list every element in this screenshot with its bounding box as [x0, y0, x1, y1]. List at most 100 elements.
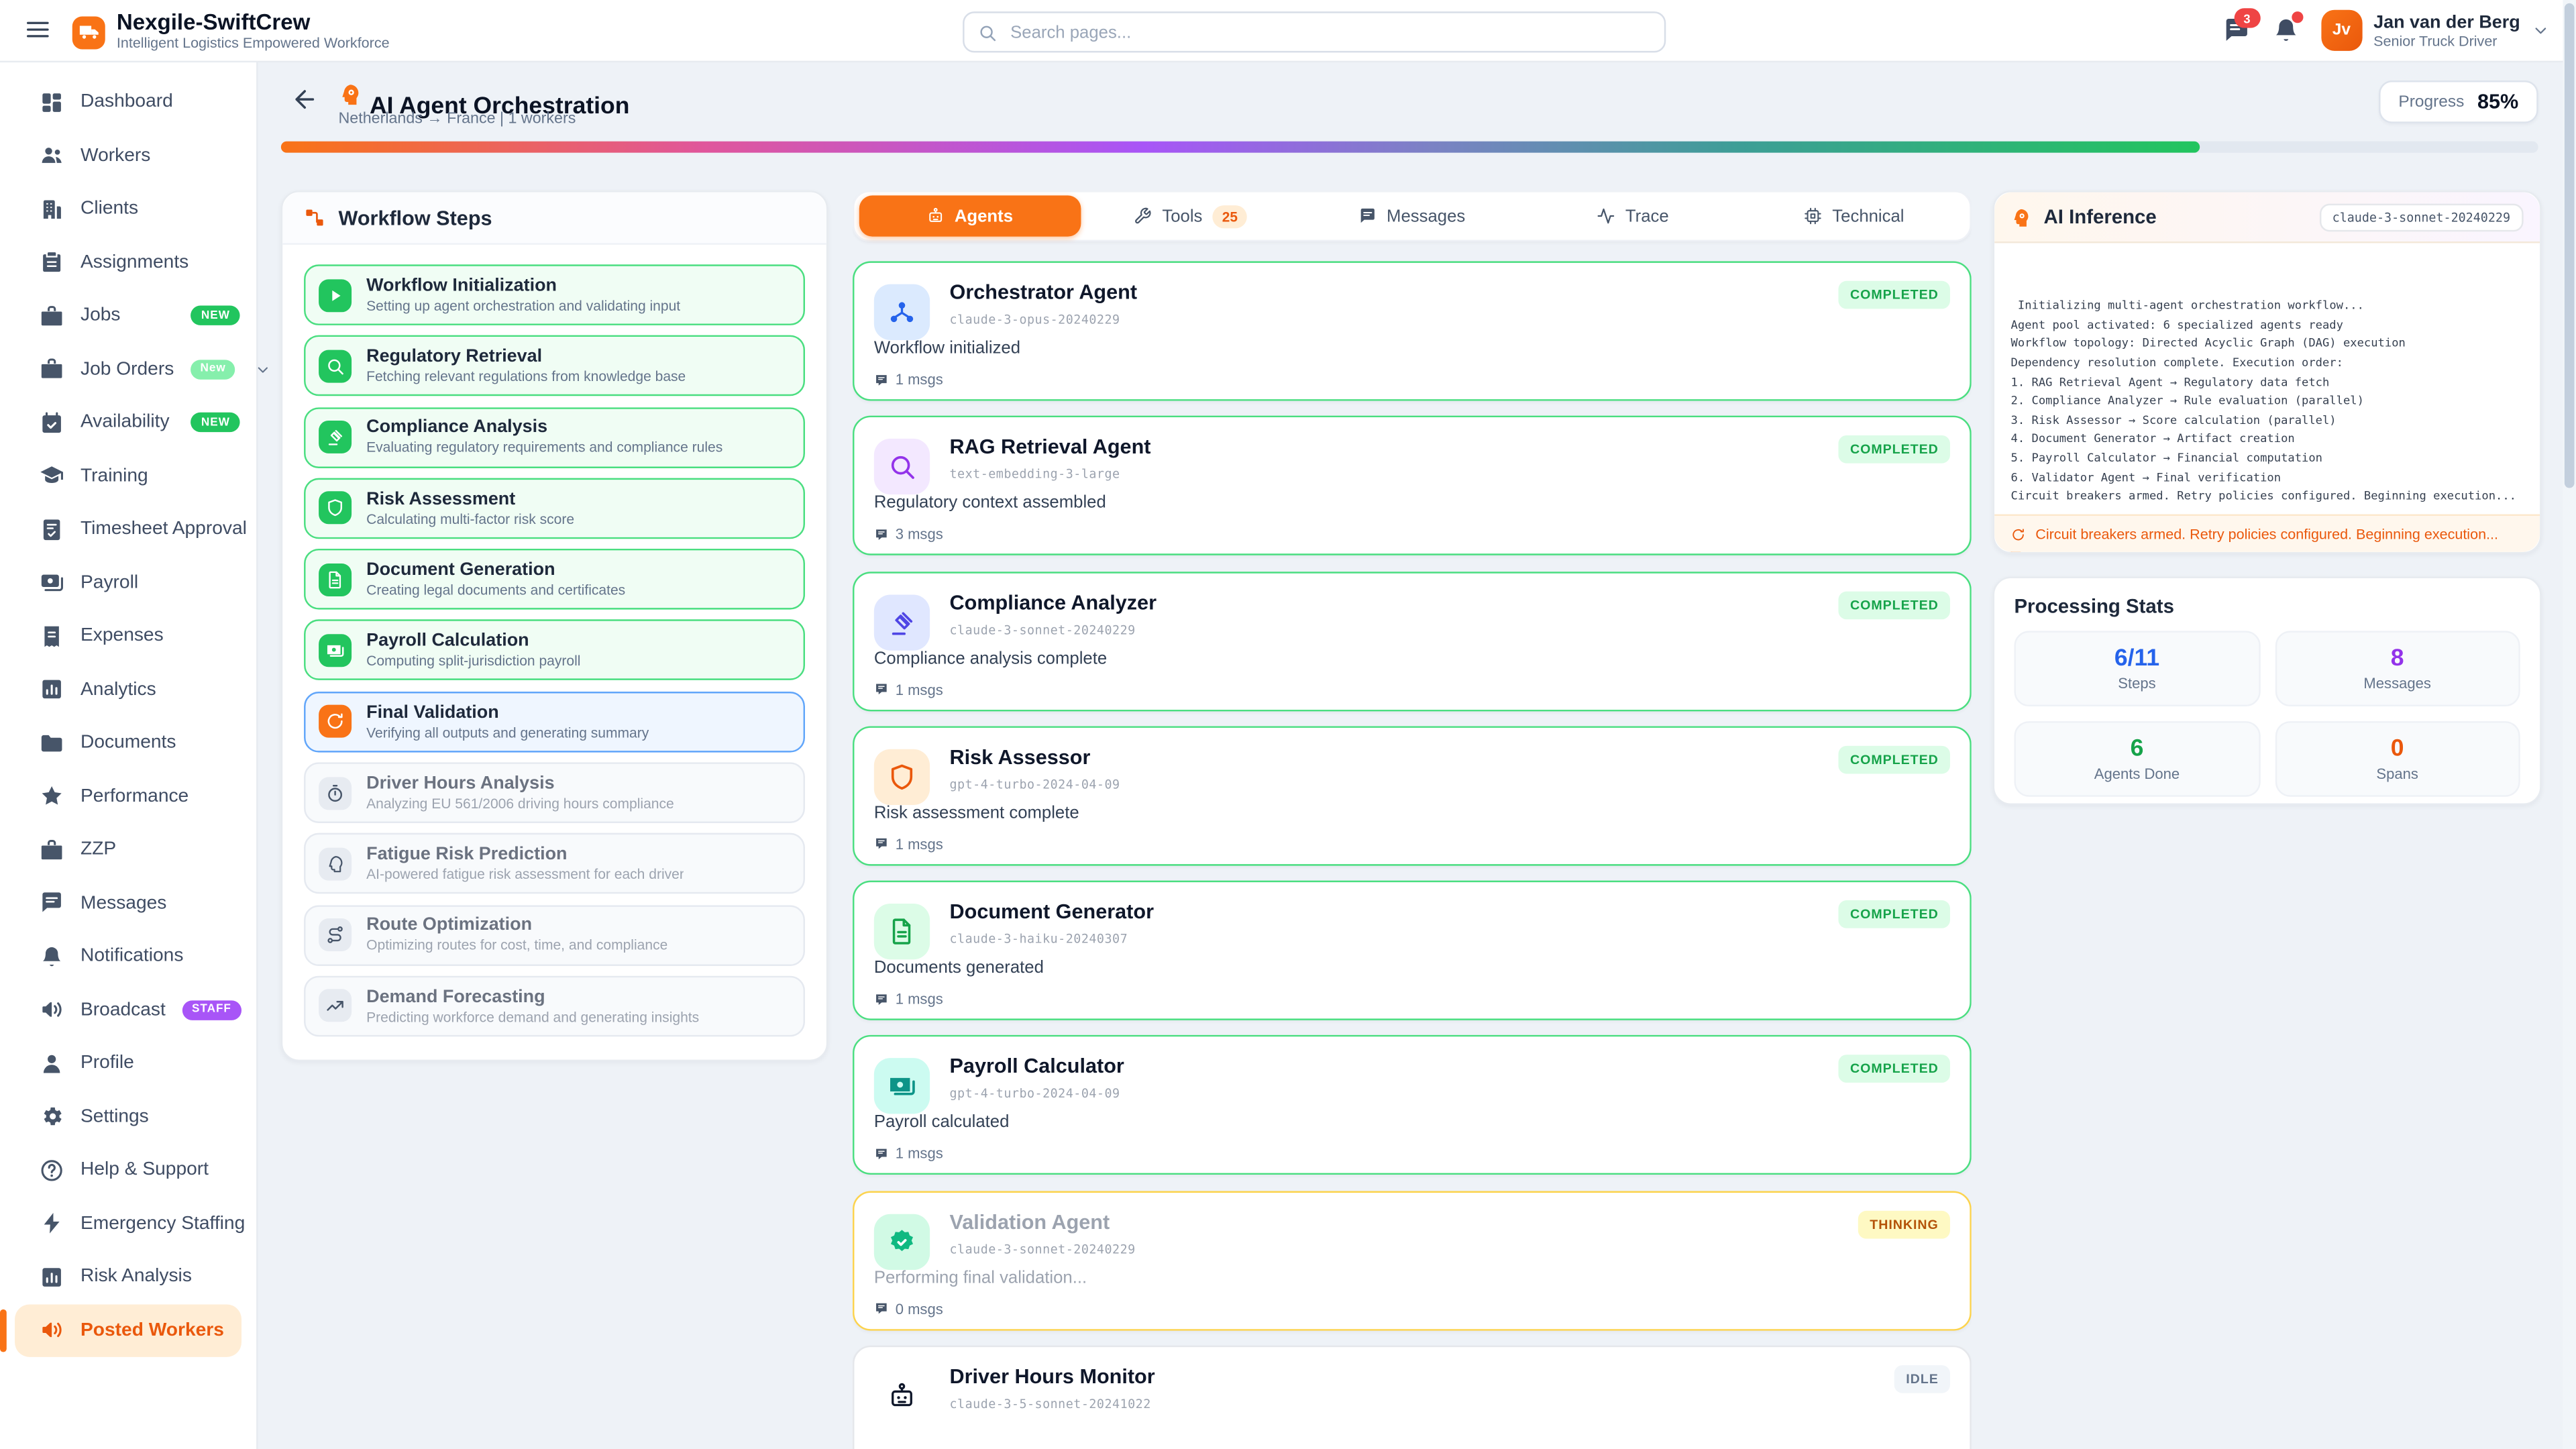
agent-card-driver-hours-monitor[interactable]: Driver Hours Monitor claude-3-5-sonnet-2… [853, 1346, 1972, 1449]
agent-msgs-count: 1 msgs [874, 1146, 943, 1162]
agent-card-document-generator[interactable]: Document Generator claude-3-haiku-202403… [853, 881, 1972, 1020]
sidebar-item-jobs[interactable]: Jobs NEW [0, 289, 256, 343]
sidebar-item-training[interactable]: Training [0, 449, 256, 503]
jobs-icon [40, 303, 64, 328]
scrollbar-thumb[interactable] [2565, 3, 2575, 488]
workflow-step-risk-assessment[interactable]: Risk Assessment Calculating multi-factor… [304, 478, 805, 539]
step-description: Analyzing EU 561/2006 driving hours comp… [366, 795, 674, 812]
sidebar-item-expenses[interactable]: Expenses [0, 610, 256, 663]
banknote-icon [887, 1072, 916, 1102]
sidebar-item-badge: New [191, 360, 236, 379]
workflow-steps-header: Workflow Steps [282, 193, 826, 245]
sidebar-item-workers[interactable]: Workers [0, 129, 256, 182]
sidebar-item-risk-analysis[interactable]: Risk Analysis [0, 1250, 256, 1304]
sidebar-item-availability[interactable]: Availability NEW [0, 396, 256, 449]
tab-agents[interactable]: Agents [859, 195, 1081, 236]
agent-card-compliance-analyzer[interactable]: Compliance Analyzer claude-3-sonnet-2024… [853, 571, 1972, 710]
workflow-step-route-optimization[interactable]: Route Optimization Optimizing routes for… [304, 905, 805, 966]
sidebar-item-job-orders[interactable]: Job Orders New [0, 343, 256, 396]
sidebar-item-label: Availability [80, 413, 170, 432]
step-title: Payroll Calculation [366, 631, 580, 653]
sidebar-item-profile[interactable]: Profile [0, 1036, 256, 1090]
agent-card-validation-agent[interactable]: Validation Agent claude-3-sonnet-2024022… [853, 1191, 1972, 1330]
tab-technical[interactable]: Technical [1743, 195, 1965, 236]
terminal-line: Dependency resolution complete. Executio… [2011, 355, 2524, 374]
chat-button[interactable]: 3 [2222, 16, 2251, 44]
workflow-step-driver-hours-analysis[interactable]: Driver Hours Analysis Analyzing EU 561/2… [304, 763, 805, 824]
sidebar-item-posted-workers[interactable]: Posted Workers [15, 1303, 241, 1357]
step-description: Calculating multi-factor risk score [366, 511, 574, 528]
sidebar-item-dashboard[interactable]: Dashboard [0, 76, 256, 129]
chevron-down-icon [256, 361, 272, 377]
sidebar-item-help-support[interactable]: Help & Support [0, 1143, 256, 1197]
sidebar-item-performance[interactable]: Performance [0, 769, 256, 823]
agent-msgs-count: 3 msgs [874, 526, 943, 542]
agent-model: claude-3-haiku-20240307 [950, 932, 1128, 947]
sidebar-item-clients[interactable]: Clients [0, 182, 256, 236]
search-bar[interactable] [963, 11, 1666, 52]
user-menu[interactable]: Jv Jan van der Berg Senior Truck Driver [2321, 10, 2550, 51]
ai-head-icon [338, 82, 363, 107]
agent-card-risk-assessor[interactable]: Risk Assessor gpt-4-turbo-2024-04-09 Ris… [853, 726, 1972, 865]
workflow-step-fatigue-risk-prediction[interactable]: Fatigue Risk Prediction AI-powered fatig… [304, 834, 805, 895]
sidebar-item-broadcast[interactable]: Broadcast STAFF [0, 983, 256, 1037]
workflow-step-demand-forecasting[interactable]: Demand Forecasting Predicting workforce … [304, 976, 805, 1037]
sidebar-item-zzp[interactable]: ZZP [0, 823, 256, 877]
agent-name: RAG Retrieval Agent [950, 436, 1151, 459]
search-input[interactable] [1007, 21, 1651, 44]
sidebar-item-documents[interactable]: Documents [0, 716, 256, 770]
sidebar-item-label: Workers [80, 146, 150, 165]
workflow-step-compliance-analysis[interactable]: Compliance Analysis Evaluating regulator… [304, 407, 805, 468]
sidebar-item-payroll[interactable]: Payroll [0, 556, 256, 610]
workflow-step-document-generation[interactable]: Document Generation Creating legal docum… [304, 549, 805, 610]
tab-tools[interactable]: Tools 25 [1080, 195, 1301, 236]
workflow-step-workflow-initialization[interactable]: Workflow Initialization Setting up agent… [304, 264, 805, 325]
processing-stats-title: Processing Stats [2014, 595, 2520, 618]
sidebar-item-settings[interactable]: Settings [0, 1090, 256, 1144]
agent-msgs-count: 1 msgs [874, 371, 943, 387]
posted-workers-icon [40, 1318, 64, 1343]
menu-icon[interactable] [25, 16, 51, 42]
agent-status-message: Payroll calculated [874, 1113, 1010, 1132]
sidebar-item-notifications[interactable]: Notifications [0, 930, 256, 983]
gavel-icon [887, 607, 916, 637]
sidebar-item-label: Payroll [80, 573, 138, 592]
sidebar: Dashboard Workers Clients Assignments [0, 61, 258, 1449]
tab-trace[interactable]: Trace [1523, 195, 1744, 236]
agent-msgs-count: 1 msgs [874, 836, 943, 852]
stat-agents-done: 6 Agents Done [2014, 721, 2259, 797]
step-icon-tile [319, 634, 352, 667]
agent-model: claude-3-5-sonnet-20241022 [950, 1397, 1151, 1411]
sidebar-item-analytics[interactable]: Analytics [0, 663, 256, 716]
agent-card-rag-retrieval-agent[interactable]: RAG Retrieval Agent text-embedding-3-lar… [853, 416, 1972, 555]
step-icon-tile [319, 989, 352, 1022]
terminal-line: 1. RAG Retrieval Agent → Regulatory data… [2011, 374, 2524, 392]
performance-icon [40, 784, 64, 809]
back-button[interactable] [290, 85, 319, 113]
stat-label: Steps [2118, 674, 2155, 690]
step-description: Fetching relevant regulations from knowl… [366, 368, 686, 386]
tab-label: Tools [1162, 206, 1202, 225]
agent-msgs-count: 1 msgs [874, 991, 943, 1007]
processing-stats-panel: Processing Stats 6/11 Steps 8 Messages 6… [1993, 577, 2542, 805]
page-scrollbar[interactable] [2563, 0, 2576, 1449]
workflow-step-final-validation[interactable]: Final Validation Verifying all outputs a… [304, 691, 805, 752]
sidebar-item-messages[interactable]: Messages [0, 877, 256, 930]
tab-messages[interactable]: Messages [1301, 195, 1523, 236]
sidebar-item-timesheet-approval[interactable]: Timesheet Approval [0, 502, 256, 556]
notifications-button[interactable] [2271, 16, 2300, 44]
agent-card-orchestrator-agent[interactable]: Orchestrator Agent claude-3-opus-2024022… [853, 261, 1972, 400]
step-icon-tile [319, 350, 352, 382]
user-role: Senior Truck Driver [2373, 32, 2520, 48]
step-title: Document Generation [366, 560, 625, 582]
sidebar-item-label: Documents [80, 733, 176, 753]
workflow-step-regulatory-retrieval[interactable]: Regulatory Retrieval Fetching relevant r… [304, 335, 805, 396]
wrench-icon [1134, 207, 1152, 225]
agent-card-payroll-calculator[interactable]: Payroll Calculator gpt-4-turbo-2024-04-0… [853, 1036, 1972, 1175]
sidebar-item-assignments[interactable]: Assignments [0, 235, 256, 289]
stat-value: 0 [2391, 737, 2404, 761]
agent-status-badge: COMPLETED [1839, 1055, 1950, 1083]
step-description: Computing split-jurisdiction payroll [366, 653, 580, 670]
workflow-step-payroll-calculation[interactable]: Payroll Calculation Computing split-juri… [304, 620, 805, 681]
sidebar-item-emergency-staffing[interactable]: Emergency Staffing [0, 1197, 256, 1250]
